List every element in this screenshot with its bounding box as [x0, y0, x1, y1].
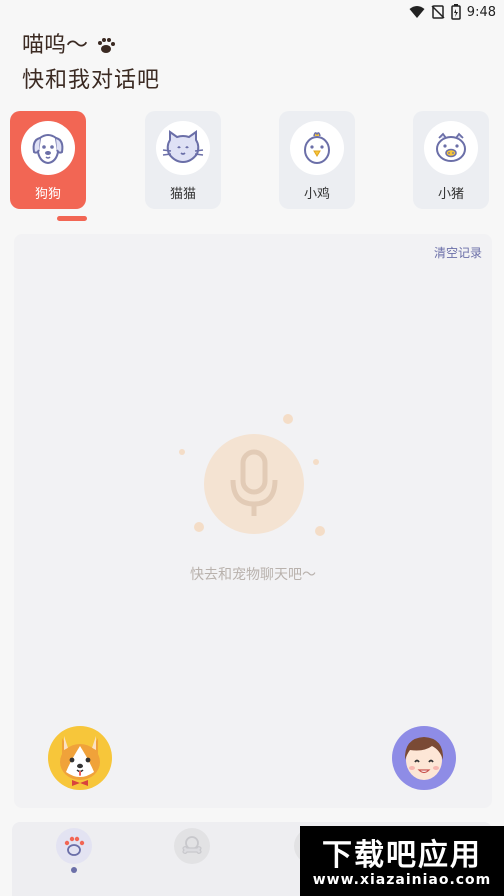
paw-icon: [64, 836, 85, 856]
pet-avatar[interactable]: [48, 726, 112, 790]
bone-icon: [182, 836, 202, 854]
pet-label-pig: 小猪: [437, 187, 464, 202]
chick-icon: [290, 121, 344, 175]
pet-label-chick: 小鸡: [303, 187, 330, 202]
pet-label-dog: 狗狗: [34, 187, 61, 202]
tab-bone[interactable]: [174, 828, 210, 864]
active-tab-dot: [71, 867, 77, 873]
chat-panel: 清空记录 快去和宠物聊天吧～: [14, 234, 492, 808]
pet-selector: 狗狗 猫猫 小鸡 小猪: [10, 111, 504, 221]
watermark-logo: 下载吧应用 www.xiazainiao.com: [300, 826, 504, 896]
empty-chat-text: 快去和宠物聊天吧～: [190, 567, 316, 583]
user-avatar[interactable]: [392, 726, 456, 790]
selected-pet-indicator: [57, 216, 87, 221]
girl-face-icon: [404, 737, 444, 780]
dog-icon: [21, 121, 75, 175]
wifi-icon: [409, 6, 425, 18]
microphone-icon[interactable]: [204, 434, 304, 534]
pet-tab-dog[interactable]: 狗狗: [10, 111, 86, 209]
status-bar: 9:48: [0, 0, 504, 24]
greeting-line-1: 喵呜～: [22, 33, 89, 58]
watermark-url: www.xiazainiao.com: [312, 872, 492, 888]
microphone-decoration: [179, 414, 325, 536]
corgi-icon: [60, 736, 100, 786]
paw-print-icon: [98, 38, 116, 53]
greeting: 喵呜～ 快和我对话吧: [22, 30, 160, 98]
tab-chat[interactable]: [56, 828, 92, 864]
pig-icon: [424, 121, 478, 175]
pet-label-cat: 猫猫: [169, 187, 196, 202]
battery-icon: [451, 4, 461, 20]
cat-icon: [156, 121, 210, 175]
pet-tab-chick[interactable]: 小鸡: [279, 111, 355, 209]
pet-tab-pig[interactable]: 小猪: [413, 111, 489, 209]
watermark-title: 下载吧应用: [322, 838, 482, 873]
clock-text: 9:48: [466, 4, 496, 20]
no-sim-icon: [431, 5, 445, 19]
pet-tab-cat[interactable]: 猫猫: [145, 111, 221, 209]
greeting-line-2: 快和我对话吧: [22, 68, 161, 93]
